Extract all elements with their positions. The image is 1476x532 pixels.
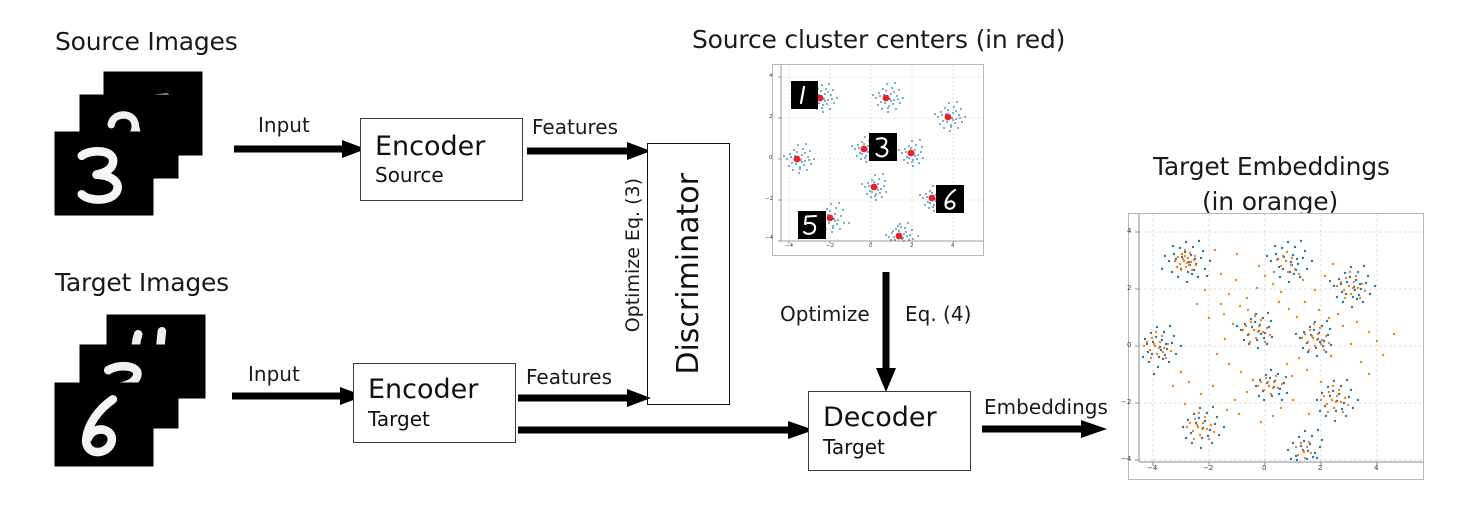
source-ytick--2: −2	[765, 196, 774, 202]
target-ytick--4: −4	[1121, 455, 1132, 463]
source-digit-thumbnail-3	[55, 132, 153, 215]
source-clusters-title: Source cluster centers (in red)	[692, 25, 1066, 54]
decoder-target-subtitle: Target	[823, 434, 885, 459]
discriminator-label: Discriminator	[671, 173, 706, 375]
arrow-input-target	[232, 387, 364, 405]
arrow-encoder-target-to-decoder	[518, 421, 814, 439]
arrow-embeddings	[982, 420, 1107, 438]
features-label-target: Features	[526, 365, 612, 389]
encoder-target-title: Encoder	[368, 374, 479, 406]
target-ytick-2: 2	[1127, 284, 1132, 292]
source-images-title: Source Images	[55, 27, 238, 56]
target-xtick--4: −4	[1147, 464, 1158, 472]
target-embeddings-title-line1: Target Embeddings	[1153, 152, 1390, 181]
cluster-digit-thumbnail-1	[791, 81, 818, 109]
source-xtick--4: −4	[785, 243, 794, 249]
arrow-optimize-eq4	[876, 272, 896, 392]
cluster-digit-thumbnail-6	[936, 185, 964, 213]
target-ytick--2: −2	[1121, 398, 1132, 406]
target-xtick-4: 4	[1374, 464, 1379, 472]
arrow-input-source	[234, 140, 366, 158]
target-embeddings-title-line2: (in orange)	[1202, 187, 1339, 216]
target-ytick-0: 0	[1127, 341, 1132, 349]
target-xtick-2: 2	[1318, 464, 1323, 472]
embeddings-label: Embeddings	[984, 395, 1108, 419]
decoder-target-box[interactable]: Decoder Target	[808, 391, 971, 471]
source-xtick-0: 0	[869, 243, 873, 249]
source-xtick-4: 4	[951, 243, 955, 249]
source-ytick-2: 2	[769, 114, 773, 120]
target-xtick--2: −2	[1203, 464, 1214, 472]
source-ytick--4: −4	[765, 235, 774, 241]
source-xtick--2: −2	[826, 243, 835, 249]
arrow-features-target	[518, 389, 651, 407]
source-xtick-2: 2	[910, 243, 914, 249]
target-embeddings-plot: −4 −2 0 2 4 4 2 0 −2 −4	[1121, 213, 1424, 480]
encoder-target-box[interactable]: Encoder Target	[353, 363, 516, 443]
target-embeddings-svg	[1129, 214, 1423, 479]
discriminator-box[interactable]: Discriminator	[647, 143, 730, 405]
optimize-eq3-label: Optimize Eq. (3)	[622, 178, 644, 333]
input-label-target: Input	[248, 362, 300, 386]
source-cluster-svg	[773, 65, 983, 255]
encoder-source-box[interactable]: Encoder Source	[360, 118, 523, 201]
source-cluster-plot: −4 −2 0 2 4 4 2 0 −2 −4	[765, 64, 984, 256]
decoder-target-title: Decoder	[823, 402, 937, 434]
encoder-source-subtitle: Source	[375, 163, 444, 188]
source-ytick-4: 4	[769, 73, 773, 79]
input-label-source: Input	[258, 113, 310, 137]
target-xtick-0: 0	[1262, 464, 1267, 472]
source-ytick-0: 0	[769, 155, 773, 161]
arrow-features-source	[527, 142, 651, 160]
optimize-eq4-right-label: Eq. (4)	[905, 302, 972, 326]
target-ytick-4: 4	[1127, 227, 1132, 235]
target-digit-thumbnail-6	[55, 383, 153, 466]
target-images-title: Target Images	[55, 268, 230, 297]
cluster-digit-thumbnail-5	[798, 211, 826, 239]
figure-canvas: Source Images Input Encoder Source Featu…	[0, 0, 1476, 532]
encoder-source-title: Encoder	[375, 130, 486, 162]
cluster-digit-thumbnail-3	[869, 133, 897, 161]
optimize-eq4-left-label: Optimize	[780, 302, 870, 326]
encoder-target-subtitle: Target	[368, 406, 430, 431]
features-label-source: Features	[532, 115, 618, 139]
